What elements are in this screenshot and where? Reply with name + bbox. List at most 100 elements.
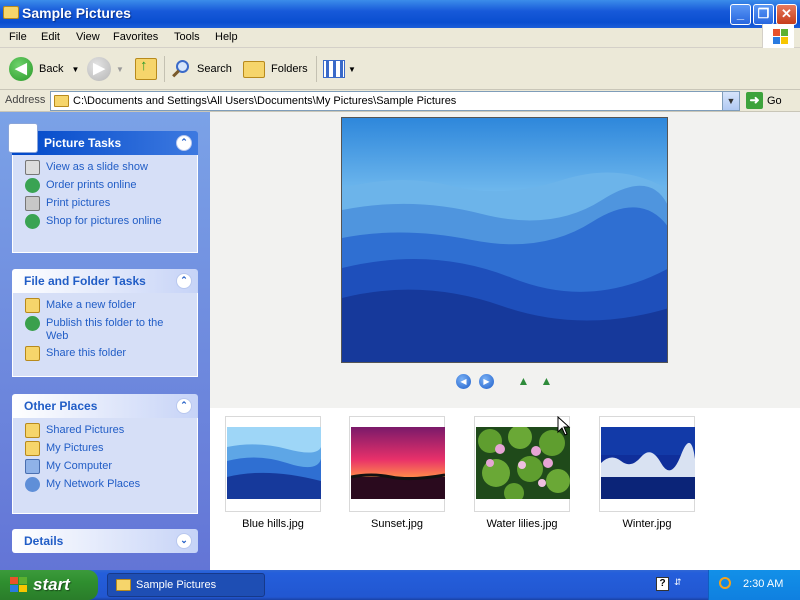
address-input[interactable]: C:\Documents and Settings\All Users\Docu… <box>50 91 740 111</box>
help-icon[interactable]: ? <box>656 577 669 591</box>
picture-tasks-header[interactable]: Picture Tasks ⌃ <box>8 123 198 155</box>
task-shop-online[interactable]: Shop for pictures online <box>25 214 197 229</box>
thumbnail-caption[interactable]: Winter.jpg <box>599 518 695 530</box>
go-label: Go <box>767 94 782 107</box>
menu-tools[interactable]: Tools <box>174 31 200 43</box>
preview-controls: ◀ ▶ ▲ ▲ <box>456 374 554 389</box>
place-shared-pictures[interactable]: Shared Pictures <box>25 423 197 438</box>
volume-icon[interactable]: ⇵ <box>674 577 682 588</box>
order-prints-icon <box>25 178 40 193</box>
details-header[interactable]: Details ⌄ <box>12 529 198 553</box>
place-my-pictures[interactable]: My Pictures <box>25 441 197 456</box>
thumbnail-item[interactable]: Sunset.jpg <box>349 416 445 530</box>
next-image-button[interactable]: ▶ <box>479 374 494 389</box>
thumbnail-frame[interactable] <box>474 416 570 512</box>
thumbnail-item[interactable]: Winter.jpg <box>599 416 695 530</box>
folder-icon <box>116 579 131 591</box>
thumbnail-caption[interactable]: Water lilies.jpg <box>474 518 570 530</box>
sunset-thumbnail <box>351 427 445 499</box>
task-label[interactable]: Order prints online <box>46 179 137 192</box>
thumbnail-item[interactable]: Blue hills.jpg <box>225 416 321 530</box>
up-button[interactable]: ↑ <box>135 57 157 81</box>
shop-icon <box>25 214 40 229</box>
task-label[interactable]: View as a slide show <box>46 161 148 174</box>
task-order-prints[interactable]: Order prints online <box>25 178 197 193</box>
start-button[interactable]: start <box>0 570 98 600</box>
taskbar-window-button[interactable]: Sample Pictures <box>107 573 265 597</box>
file-folder-tasks-panel: File and Folder Tasks ⌃ Make a new folde… <box>12 269 198 377</box>
place-label[interactable]: My Computer <box>46 460 112 473</box>
views-button[interactable]: ▼ <box>323 57 356 81</box>
folders-label: Folders <box>271 63 308 75</box>
task-publish-web[interactable]: Publish this folder to the Web <box>25 316 197 343</box>
menu-help[interactable]: Help <box>215 31 238 43</box>
file-folder-tasks-header[interactable]: File and Folder Tasks ⌃ <box>12 269 198 293</box>
title-bar: Sample Pictures _ ❐ ✕ <box>0 0 800 28</box>
address-label: Address <box>5 94 46 106</box>
thumbnail-frame[interactable] <box>599 416 695 512</box>
menu-file[interactable]: File <box>9 31 27 43</box>
search-label: Search <box>197 63 232 75</box>
go-button[interactable]: ➜ Go <box>746 92 782 109</box>
collapse-chevron-icon[interactable]: ⌃ <box>176 398 192 414</box>
maximize-button[interactable]: ❐ <box>753 4 774 25</box>
task-print-pictures[interactable]: Print pictures <box>25 196 197 211</box>
folders-button[interactable]: Folders <box>243 57 308 81</box>
menu-favorites[interactable]: Favorites <box>113 31 158 43</box>
my-pictures-icon <box>25 441 40 456</box>
address-bar: Address C:\Documents and Settings\All Us… <box>0 90 800 112</box>
place-my-computer[interactable]: My Computer <box>25 459 197 474</box>
go-arrow-icon: ➜ <box>746 92 763 109</box>
task-label[interactable]: Shop for pictures online <box>46 215 162 228</box>
shared-pictures-icon <box>25 423 40 438</box>
task-slide-show[interactable]: View as a slide show <box>25 160 197 175</box>
collapse-chevron-icon[interactable]: ⌃ <box>176 135 192 151</box>
start-label: start <box>33 575 70 594</box>
network-places-icon <box>25 477 40 492</box>
back-button[interactable]: ◀ Back ▼ <box>9 57 79 81</box>
task-label[interactable]: Make a new folder <box>46 299 136 312</box>
printer-icon <box>25 196 40 211</box>
picture-tasks-body: View as a slide show Order prints online… <box>12 155 198 253</box>
thumbnail-item[interactable]: Water lilies.jpg <box>474 416 570 530</box>
details-panel: Details ⌄ <box>12 529 198 553</box>
other-places-header[interactable]: Other Places ⌃ <box>12 394 198 418</box>
water-lilies-thumbnail <box>476 427 570 499</box>
thumbnail-caption[interactable]: Blue hills.jpg <box>225 518 321 530</box>
place-label[interactable]: Shared Pictures <box>46 424 124 437</box>
preview-image <box>341 117 668 363</box>
search-tray-icon[interactable] <box>719 577 731 589</box>
task-label[interactable]: Publish this folder to the Web <box>46 317 171 343</box>
menu-view[interactable]: View <box>76 31 100 43</box>
toolbar: ◀ Back ▼ ▶ ▼ ↑ Search Folders ▼ <box>0 48 800 90</box>
other-places-panel: Other Places ⌃ Shared Pictures My Pictur… <box>12 394 198 514</box>
place-label[interactable]: My Pictures <box>46 442 103 455</box>
minimize-button[interactable]: _ <box>730 4 751 25</box>
close-button[interactable]: ✕ <box>776 4 797 25</box>
thumbnail-frame[interactable] <box>349 416 445 512</box>
rotate-counterclockwise-button[interactable]: ▲ <box>539 374 554 389</box>
rotate-clockwise-button[interactable]: ▲ <box>516 374 531 389</box>
address-dropdown-button[interactable]: ▼ <box>722 92 739 110</box>
address-value[interactable]: C:\Documents and Settings\All Users\Docu… <box>73 95 456 107</box>
collapse-chevron-icon[interactable]: ⌃ <box>176 273 192 289</box>
taskbar: start Sample Pictures ? ⇵ 2:30 AM <box>0 570 800 600</box>
thumbnail-frame[interactable] <box>225 416 321 512</box>
task-label[interactable]: Share this folder <box>46 347 126 360</box>
search-button[interactable]: Search <box>171 57 232 81</box>
place-label[interactable]: My Network Places <box>46 478 140 491</box>
menu-edit[interactable]: Edit <box>41 31 60 43</box>
previous-image-button[interactable]: ◀ <box>456 374 471 389</box>
place-network-places[interactable]: My Network Places <box>25 477 197 492</box>
folder-icon <box>54 95 69 107</box>
forward-button[interactable]: ▶ ▼ <box>87 57 124 81</box>
task-new-folder[interactable]: Make a new folder <box>25 298 197 313</box>
back-arrow-icon: ◀ <box>9 57 33 81</box>
clock[interactable]: 2:30 AM <box>743 578 783 590</box>
thumbnail-caption[interactable]: Sunset.jpg <box>349 518 445 530</box>
other-places-body: Shared Pictures My Pictures My Computer … <box>12 418 198 514</box>
expand-chevron-icon[interactable]: ⌄ <box>176 533 192 549</box>
task-label[interactable]: Print pictures <box>46 197 110 210</box>
task-share-folder[interactable]: Share this folder <box>25 346 197 361</box>
mouse-cursor-icon <box>557 416 571 436</box>
